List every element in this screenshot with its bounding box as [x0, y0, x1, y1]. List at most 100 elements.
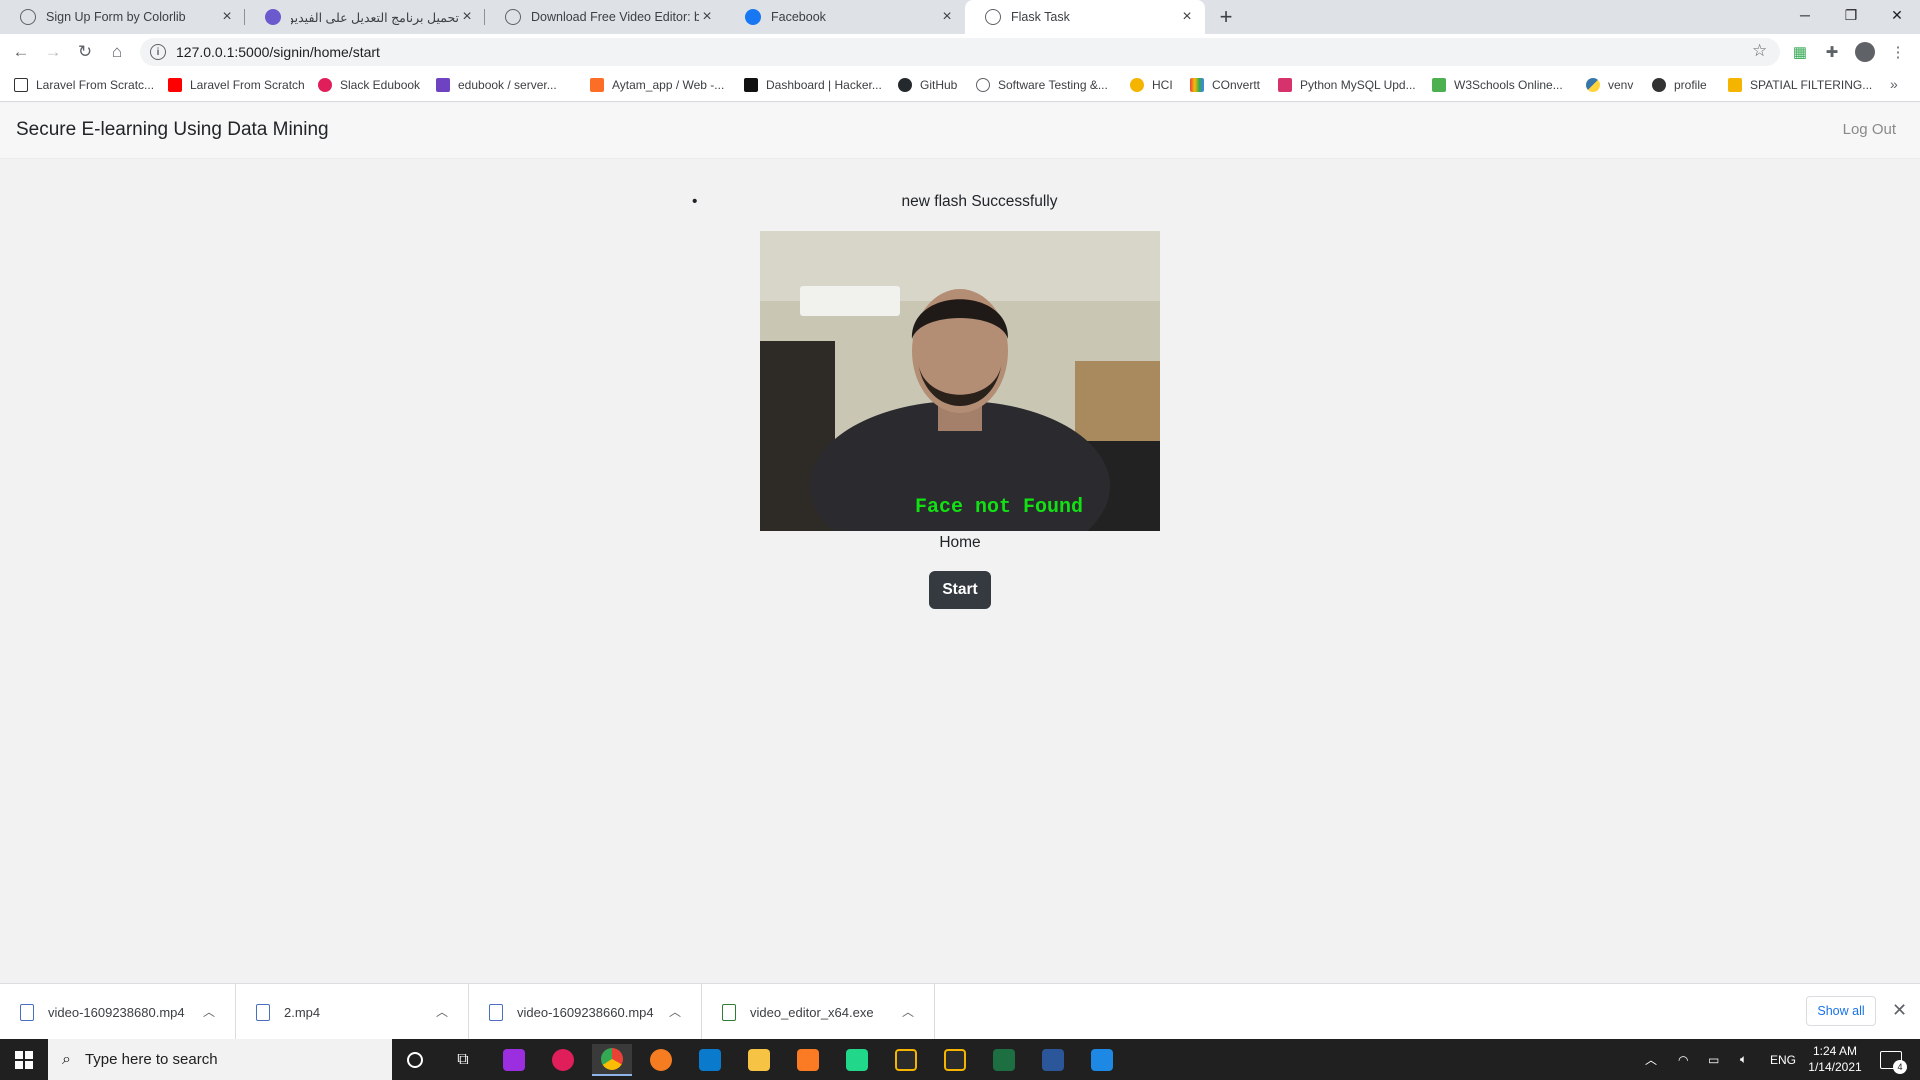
- close-icon[interactable]: ×: [1179, 8, 1195, 25]
- code-icon: [1652, 78, 1666, 92]
- file-explorer-icon[interactable]: [739, 1044, 779, 1076]
- facebook-icon: [745, 9, 761, 25]
- logout-link[interactable]: Log Out: [1843, 121, 1896, 138]
- windows-start-button[interactable]: [0, 1039, 48, 1080]
- back-button[interactable]: ←: [9, 40, 33, 64]
- extensions-puzzle-icon[interactable]: ✚: [1822, 42, 1842, 62]
- close-icon[interactable]: ✕: [1892, 1000, 1907, 1021]
- bookmark-item[interactable]: venv: [1586, 78, 1633, 92]
- video-editor-icon[interactable]: [1082, 1044, 1122, 1076]
- network-icon[interactable]: ◠: [1678, 1039, 1688, 1080]
- chevron-up-icon[interactable]: ︿: [436, 1003, 448, 1020]
- new-tab-button[interactable]: +: [1215, 6, 1237, 28]
- clock[interactable]: 1:24 AM 1/14/2021: [1795, 1043, 1875, 1075]
- start-button[interactable]: Start: [929, 571, 991, 609]
- address-bar[interactable]: i 127.0.0.1:5000/signin/home/start: [140, 38, 1780, 66]
- installer-file-icon: [722, 1003, 736, 1021]
- bookmark-item[interactable]: COnvertt: [1190, 78, 1260, 92]
- close-icon[interactable]: ×: [699, 8, 715, 25]
- bookmark-item[interactable]: edubook / server...: [436, 78, 557, 92]
- download-filename: video-1609238660.mp4: [517, 1004, 654, 1020]
- bookmark-item[interactable]: Slack Edubook: [318, 78, 420, 92]
- taskbar-search[interactable]: ⌕ Type here to search: [48, 1039, 392, 1080]
- reload-button[interactable]: ↻: [73, 40, 97, 64]
- bookmark-item[interactable]: profile: [1652, 78, 1707, 92]
- download-item[interactable]: video_editor_x64.exe ︿: [702, 984, 935, 1040]
- bookmark-item[interactable]: Dashboard | Hacker...: [744, 78, 882, 92]
- bookmark-item[interactable]: Aytam_app / Web -...: [590, 78, 724, 92]
- browser-toolbar: ← → ↻ ⌂ i 127.0.0.1:5000/signin/home/sta…: [0, 34, 1920, 70]
- restore-button[interactable]: ❐: [1828, 0, 1874, 30]
- chevron-up-icon[interactable]: ︿: [669, 1003, 681, 1020]
- close-icon[interactable]: ×: [459, 8, 475, 25]
- site-icon: [265, 9, 281, 25]
- bookmark-label: SPATIAL FILTERING...: [1750, 78, 1873, 92]
- tab-facebook[interactable]: Facebook ×: [725, 0, 965, 34]
- bookmark-item[interactable]: HCI: [1130, 78, 1173, 92]
- bookmark-item[interactable]: Python MySQL Upd...: [1278, 78, 1416, 92]
- bookmark-item[interactable]: Laravel From Scratch: [168, 78, 305, 92]
- bookmark-label: HCI: [1152, 78, 1173, 92]
- page-content: Secure E-learning Using Data Mining Log …: [0, 103, 1920, 983]
- tab-download-video-editor[interactable]: Download Free Video Editor: bes ×: [485, 0, 725, 34]
- pycharm-icon[interactable]: [837, 1044, 877, 1076]
- battery-icon[interactable]: ▭: [1708, 1039, 1719, 1080]
- download-item[interactable]: video-1609238660.mp4 ︿: [469, 984, 702, 1040]
- git-gui-icon[interactable]: [935, 1044, 975, 1076]
- notification-center-icon[interactable]: 4: [1880, 1039, 1907, 1080]
- task-view-icon[interactable]: ⧉: [443, 1044, 483, 1076]
- menu-kebab-icon[interactable]: ⋮: [1888, 42, 1908, 62]
- profile-avatar[interactable]: [1855, 42, 1875, 62]
- search-icon: ⌕: [62, 1050, 71, 1068]
- download-item[interactable]: video-1609238680.mp4 ︿: [0, 984, 236, 1040]
- bookmark-item[interactable]: SPATIAL FILTERING...: [1728, 78, 1872, 92]
- download-item[interactable]: 2.mp4 ︿: [236, 984, 469, 1040]
- show-hidden-icons[interactable]: ︿: [1645, 1039, 1657, 1080]
- download-filename: 2.mp4: [284, 1004, 321, 1020]
- extension-icon[interactable]: ▦: [1790, 42, 1810, 62]
- cortana-icon[interactable]: [395, 1044, 435, 1076]
- tab-video-editor-arabic[interactable]: تحميل برنامج التعديل على الفيديو 0 ×: [245, 0, 485, 34]
- slack-icon[interactable]: [543, 1044, 583, 1076]
- chevron-up-icon[interactable]: ︿: [203, 1003, 215, 1020]
- info-icon[interactable]: i: [150, 44, 166, 60]
- more-bookmarks-icon[interactable]: »: [1890, 76, 1898, 92]
- close-window-button[interactable]: ✕: [1874, 0, 1920, 30]
- sublime-icon[interactable]: [641, 1044, 681, 1076]
- tab-signup-form[interactable]: Sign Up Form by Colorlib ×: [0, 0, 245, 34]
- notification-count: 4: [1893, 1059, 1907, 1074]
- chrome-icon[interactable]: [592, 1044, 632, 1076]
- language-indicator[interactable]: ENG: [1770, 1039, 1796, 1080]
- excel-icon[interactable]: [984, 1044, 1024, 1076]
- bookmark-label: W3Schools Online...: [1454, 78, 1563, 92]
- chevron-up-icon[interactable]: ︿: [902, 1003, 914, 1020]
- home-button[interactable]: ⌂: [105, 40, 129, 64]
- git-icon[interactable]: [886, 1044, 926, 1076]
- tab-strip: Sign Up Form by Colorlib × تحميل برنامج …: [0, 0, 1920, 34]
- minimize-button[interactable]: ─: [1782, 0, 1828, 30]
- phpstorm-icon[interactable]: [494, 1044, 534, 1076]
- forward-button[interactable]: →: [41, 40, 65, 64]
- close-icon[interactable]: ×: [219, 8, 235, 25]
- bookmark-star-icon[interactable]: ☆: [1752, 41, 1767, 61]
- webcam-frame: [760, 231, 1160, 531]
- bookmark-label: Laravel From Scratc...: [36, 78, 155, 92]
- bookmark-label: Laravel From Scratch: [190, 78, 305, 92]
- bookmark-item[interactable]: GitHub: [898, 78, 957, 92]
- tab-title: تحميل برنامج التعديل على الفيديو 0: [291, 10, 459, 25]
- hci-icon: [1130, 78, 1144, 92]
- bookmark-item[interactable]: Software Testing &...: [976, 78, 1108, 92]
- show-all-button[interactable]: Show all: [1806, 996, 1876, 1026]
- vscode-icon[interactable]: [690, 1044, 730, 1076]
- bookmark-item[interactable]: W3Schools Online...: [1432, 78, 1563, 92]
- paper-plane-icon: [14, 78, 28, 92]
- bookmark-item[interactable]: Laravel From Scratc...: [14, 78, 154, 92]
- volume-icon[interactable]: 🔈︎: [1740, 1039, 1747, 1080]
- brand-title[interactable]: Secure E-learning Using Data Mining: [16, 119, 329, 141]
- youtube-icon: [168, 78, 182, 92]
- tab-flask-task[interactable]: Flask Task ×: [965, 0, 1205, 34]
- close-icon[interactable]: ×: [939, 8, 955, 25]
- xampp-icon[interactable]: [788, 1044, 828, 1076]
- word-icon[interactable]: [1033, 1044, 1073, 1076]
- windows-logo-icon: [15, 1050, 33, 1069]
